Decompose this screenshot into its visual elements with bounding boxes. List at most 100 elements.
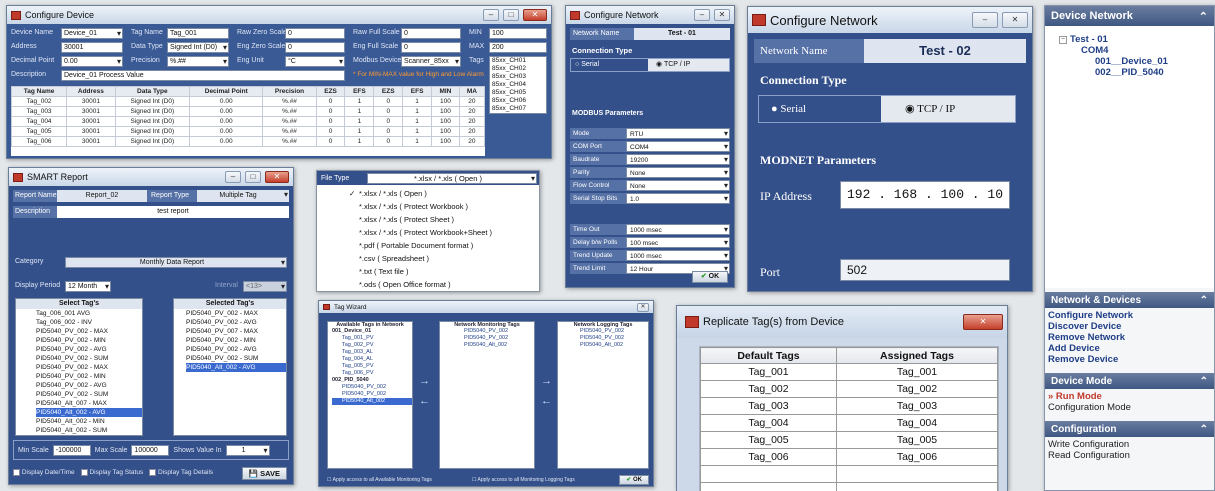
collapse-icon[interactable]: ⌃ — [1200, 424, 1208, 435]
tcp-radio[interactable]: ◉ TCP / IP — [648, 59, 729, 71]
file-type-select[interactable]: *.xlsx / *.xls ( Open ) — [367, 172, 537, 184]
ip-address-input[interactable]: 192 . 168 . 100 . 10 — [840, 181, 1010, 209]
file-type-option[interactable]: *.xlsx / *.xls ( Protect Workbook+Sheet … — [359, 226, 539, 239]
list-item[interactable]: PID5040_PV_002 - MIN — [36, 336, 142, 345]
tag-list-item[interactable]: 85xx_CH06 — [490, 97, 546, 105]
list-item[interactable]: Tag_006_001 AVG — [36, 309, 142, 318]
param-select[interactable]: 1000 msec — [626, 250, 730, 261]
description-input[interactable]: test report — [57, 206, 289, 218]
list-item[interactable]: PID5040_PV_002 - AVG — [36, 381, 142, 390]
address-input[interactable]: 30001 — [61, 42, 123, 53]
list-item[interactable]: PID5040_PV_002 - MIN — [36, 372, 142, 381]
arrow-right-icon[interactable]: → — [419, 371, 430, 391]
column-header[interactable]: Assigned Tags — [835, 347, 998, 364]
param-select[interactable]: 1.0 — [626, 193, 730, 204]
param-select[interactable]: 19200 — [626, 154, 730, 165]
column-header[interactable]: Default Tags — [700, 347, 837, 364]
shows-select[interactable]: 1 — [225, 444, 270, 456]
param-select[interactable]: 1000 msec — [626, 224, 730, 235]
tree-item[interactable]: PID5040_PV_002 — [332, 384, 412, 391]
column-header[interactable]: Data Type — [114, 86, 191, 97]
tree-item[interactable]: PID5040_PV_002 — [570, 328, 648, 335]
list-item[interactable]: PID5040_Alt_002 - AVG — [36, 408, 142, 417]
close-button[interactable]: ✕ — [265, 171, 289, 183]
tree-item[interactable]: Tag_001_PV — [332, 335, 412, 342]
tree-item[interactable]: Tag_006_PV — [332, 370, 412, 377]
tree-item[interactable]: Tag_003_AL — [332, 349, 412, 356]
column-header[interactable]: EFS — [402, 86, 433, 97]
file-type-option[interactable]: *.ods ( Open Office format ) — [359, 278, 539, 291]
ok-button[interactable]: ✔ OK — [692, 271, 728, 283]
list-item[interactable]: PID5040_Alt_002 - AVG — [186, 363, 286, 372]
collapse-icon[interactable]: ⌃ — [1200, 295, 1208, 306]
list-item[interactable]: PID5040_PV_002 - SUM — [186, 354, 286, 363]
min-scale-input[interactable]: -100000 — [52, 444, 91, 456]
minimize-button[interactable]: – — [972, 12, 998, 28]
port-input[interactable]: 502 — [840, 259, 1010, 281]
tcp-radio[interactable]: ◉ TCP / IP — [881, 96, 1015, 122]
file-type-option[interactable]: ✓ *.xlsx / *.xls ( Open ) — [349, 187, 539, 200]
column-header[interactable]: Tag Name — [11, 86, 68, 97]
column-header[interactable]: Precision — [262, 86, 317, 97]
tree-device-node[interactable]: 001__Device_01 — [1095, 56, 1214, 67]
data-type-select[interactable]: Signed Int (D0) — [167, 42, 229, 53]
list-item[interactable]: PID5040_PV_007 - MAX — [186, 327, 286, 336]
table-row[interactable]: Tag_004 Tag_004 — [700, 414, 998, 432]
select-tags-list[interactable]: Select Tag's Tag_006_001 AVG Tag_006_002 … — [15, 298, 143, 436]
tags-listbox[interactable]: 85xx_CH01 85xx_CH02 85xx_CH03 85xx_CH04 85xx… — [489, 56, 547, 114]
list-item[interactable]: PID5040_Alt_002 - MIN — [36, 417, 142, 426]
arrow-left-icon[interactable]: ← — [419, 391, 430, 411]
tree-item[interactable]: PID5040_PV_002 — [454, 328, 534, 335]
minimize-button[interactable]: – — [694, 9, 710, 21]
close-button[interactable]: ✕ — [523, 9, 547, 21]
interval-select[interactable]: <13> — [243, 281, 287, 292]
description-input[interactable]: Device_01 Process Value — [61, 70, 345, 81]
network-name-input[interactable]: Test - 02 — [864, 39, 1026, 63]
table-row[interactable]: Tag_005 30001 Signed Int (D0) 0.00 %.## 0 1 0 1 1… — [11, 126, 485, 137]
section-header[interactable]: Network & Devices ⌃ — [1045, 292, 1214, 308]
device-name-select[interactable]: Device_01 — [61, 28, 123, 39]
list-item[interactable]: PID5040_PV_002 - SUM — [36, 354, 142, 363]
column-header[interactable]: EZS — [373, 86, 404, 97]
sidebar-item[interactable]: Discover Device — [1045, 321, 1214, 332]
sidebar-item[interactable]: Add Device — [1045, 343, 1214, 354]
save-button[interactable]: 💾 SAVE — [241, 466, 287, 480]
network-name-input[interactable]: Test - 01 — [634, 28, 730, 40]
sidebar-item[interactable]: » Run Mode — [1045, 391, 1214, 402]
tree-item[interactable]: PID5040_PV_002 — [454, 335, 534, 342]
table-row[interactable]: Tag_003 Tag_003 — [700, 397, 998, 415]
column-header[interactable]: Address — [66, 86, 116, 97]
report-name-input[interactable]: Report_02 — [57, 190, 147, 202]
selected-tags-list[interactable]: Selected Tag's PID5040_PV_002 - MAX PID50… — [173, 298, 287, 436]
column-header[interactable]: Decimal Point — [189, 86, 264, 97]
collapse-icon[interactable]: ⌃ — [1199, 10, 1208, 23]
tree-item[interactable]: PID5040_Alt_002 — [570, 342, 648, 349]
param-select[interactable]: None — [626, 180, 730, 191]
apply-logging-checkbox[interactable]: ☐ Apply access to all Monitoring Logging… — [472, 477, 575, 483]
tag-list-item[interactable]: 85xx_CH05 — [490, 89, 546, 97]
display-datetime-checkbox[interactable]: Display Date/Time — [13, 469, 75, 477]
tree-item[interactable]: PID5040_Alt_002 — [454, 342, 534, 349]
serial-radio[interactable]: ● Serial — [759, 96, 881, 122]
column-header[interactable]: EZS — [315, 86, 346, 97]
list-item[interactable]: PID5040_Alt_002 - SUM — [36, 426, 142, 435]
min-input[interactable]: 100 — [489, 28, 547, 39]
list-item[interactable]: PID5040_PV_002 - MIN — [186, 336, 286, 345]
tree-item[interactable]: PID5040_PV_002 — [570, 335, 648, 342]
list-item[interactable]: PID5040_PV_002 - MAX — [36, 327, 142, 336]
tree-item[interactable]: PID5040_PV_002 — [332, 391, 412, 398]
sidebar-item[interactable]: Configuration Mode — [1045, 402, 1214, 413]
section-header[interactable]: Configuration ⌃ — [1045, 421, 1214, 437]
param-select[interactable]: None — [626, 167, 730, 178]
category-select[interactable]: Monthly Data Report — [65, 257, 287, 268]
column-header[interactable]: MIN — [431, 86, 460, 97]
tree-item[interactable]: PID5040_Alt_002 — [332, 398, 412, 405]
raw-full-input[interactable]: 0 — [401, 28, 461, 39]
arrow-left-icon[interactable]: ← — [541, 391, 552, 411]
table-row[interactable]: Tag_005 Tag_005 — [700, 431, 998, 449]
decimal-select[interactable]: 0.00 — [61, 56, 123, 67]
sidebar-item[interactable]: Read Configuration — [1045, 450, 1214, 461]
file-type-option[interactable]: *.csv ( Spreadsheet ) — [359, 252, 539, 265]
list-item[interactable]: PID5040_PV_002 - AVG — [186, 318, 286, 327]
collapse-icon[interactable]: ⌃ — [1200, 376, 1208, 387]
